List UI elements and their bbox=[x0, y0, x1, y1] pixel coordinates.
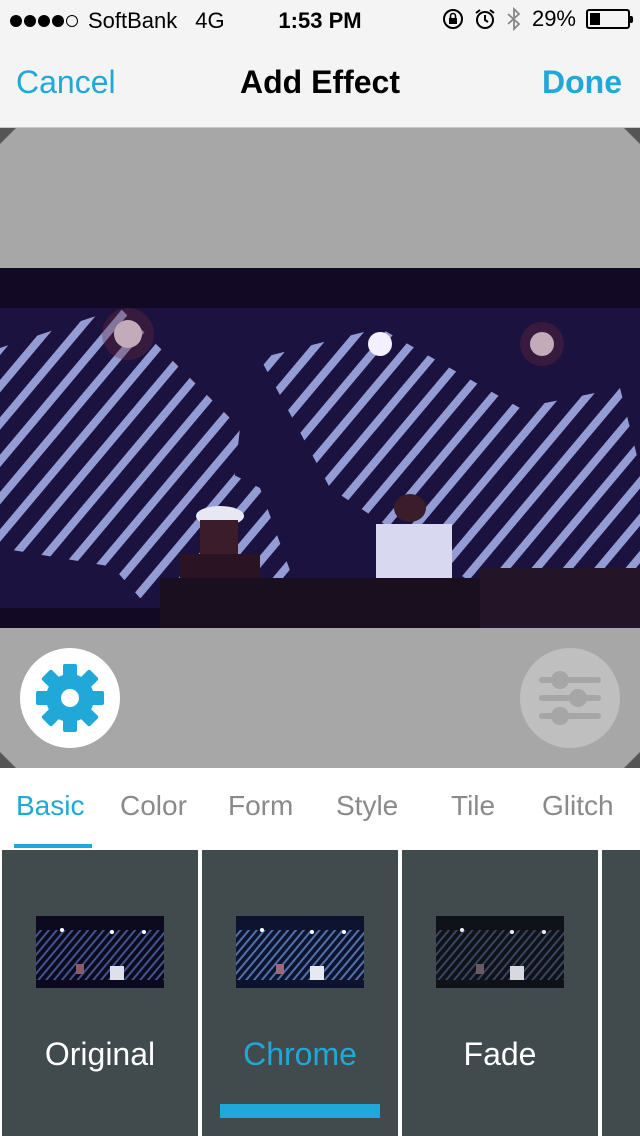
filter-strip[interactable]: Original Chrome Fade bbox=[0, 850, 640, 1136]
navigation-bar: Cancel Add Effect Done bbox=[0, 40, 640, 128]
battery-label: 29% bbox=[531, 6, 576, 31]
battery-icon bbox=[586, 9, 633, 29]
filter-chrome[interactable]: Chrome bbox=[202, 850, 398, 1136]
filter-label: Fade bbox=[463, 1036, 537, 1072]
filter-thumbnail bbox=[236, 916, 364, 988]
tab-indicator bbox=[14, 844, 92, 848]
status-right: 29% bbox=[442, 6, 633, 32]
filter-original[interactable]: Original bbox=[2, 850, 198, 1136]
filter-next-partial[interactable] bbox=[602, 850, 640, 1136]
category-tabs: Basic Color Form Style Tile Glitch bbox=[0, 768, 640, 850]
tab-color[interactable]: Color bbox=[120, 790, 187, 822]
preview-area bbox=[0, 128, 640, 768]
filter-fade[interactable]: Fade bbox=[402, 850, 598, 1136]
tab-form[interactable]: Form bbox=[228, 790, 293, 822]
filter-thumbnail bbox=[436, 916, 564, 988]
adjust-button[interactable] bbox=[520, 648, 620, 748]
rotation-lock-icon bbox=[442, 9, 463, 29]
tab-basic[interactable]: Basic bbox=[16, 790, 84, 822]
bluetooth-icon bbox=[507, 7, 521, 31]
filter-thumbnail bbox=[36, 916, 164, 988]
sliders-icon bbox=[539, 671, 601, 725]
tab-glitch[interactable]: Glitch bbox=[542, 790, 614, 822]
filter-label: Original bbox=[44, 1036, 156, 1072]
filter-label: Chrome bbox=[243, 1036, 357, 1072]
done-button[interactable]: Done bbox=[542, 64, 622, 101]
selected-indicator bbox=[220, 1104, 380, 1118]
alarm-icon bbox=[475, 9, 495, 29]
status-bar: SoftBank 4G 1:53 PM 29% bbox=[0, 0, 640, 40]
gear-icon bbox=[36, 664, 104, 732]
preview-image bbox=[0, 268, 640, 628]
tab-style[interactable]: Style bbox=[336, 790, 398, 822]
tab-tile[interactable]: Tile bbox=[451, 790, 495, 822]
settings-button[interactable] bbox=[20, 648, 120, 748]
